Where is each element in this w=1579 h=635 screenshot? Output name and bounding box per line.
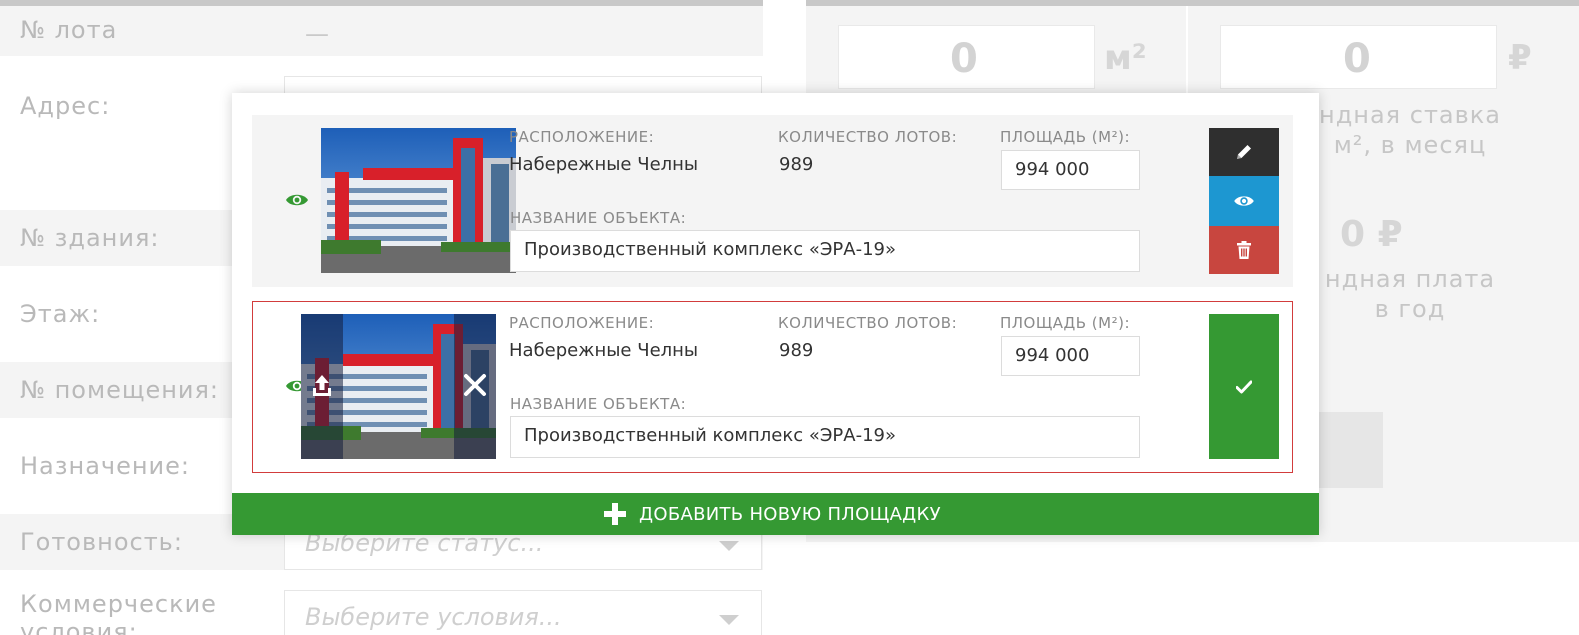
rate-value: 0 — [1343, 36, 1371, 82]
purpose-label: Назначение: — [20, 452, 190, 480]
eye-icon[interactable] — [285, 191, 309, 209]
site-card-editing: Расположение: Набережные Челны Количеств… — [252, 301, 1293, 473]
commercial-select[interactable]: Выберите условия... — [284, 590, 762, 635]
site-photo[interactable] — [301, 314, 496, 459]
yearly-value: 0 ₽ — [1340, 214, 1403, 255]
check-icon — [1236, 380, 1252, 393]
plus-icon — [604, 503, 626, 525]
commercial-label-line2: условия: — [20, 618, 138, 635]
floor-label: Этаж: — [20, 300, 101, 328]
add-site-label: ДОБАВИТЬ НОВУЮ ПЛОЩАДКУ — [639, 504, 941, 525]
area-field[interactable]: 994 000 — [1001, 336, 1140, 376]
room-label: № помещения: — [20, 376, 220, 404]
area-total-value: 0 — [950, 36, 978, 82]
confirm-button[interactable] — [1209, 314, 1279, 459]
close-icon[interactable] — [462, 372, 488, 398]
delete-button[interactable] — [1209, 226, 1279, 274]
rate-caption: ндная ставка м², в месяц — [1300, 100, 1520, 160]
rate-unit: ₽ — [1508, 38, 1532, 78]
area-label: Площадь (м²): — [1000, 314, 1131, 332]
yearly-caption-line1: ндная плата — [1324, 265, 1496, 293]
location-label: Расположение: — [509, 314, 655, 332]
area-unit: м² — [1104, 38, 1147, 78]
readiness-label: Готовность: — [20, 528, 183, 556]
remove-zone[interactable] — [454, 314, 496, 459]
sites-modal: Расположение: Набережные Челны Количеств… — [232, 93, 1319, 535]
photo-edit-overlay — [301, 314, 496, 459]
lot-row: № лота — — [0, 6, 763, 56]
chevron-down-icon — [719, 615, 739, 625]
commercial-label: Коммерческие условия: — [20, 590, 217, 635]
upload-icon[interactable] — [311, 374, 333, 398]
pencil-icon — [1237, 145, 1251, 159]
upload-zone[interactable] — [301, 314, 343, 459]
lots-label: Количество лотов: — [778, 128, 958, 146]
edit-button[interactable] — [1209, 128, 1279, 176]
lot-label: № лота — [20, 16, 118, 44]
yearly-caption: ндная плата в год — [1300, 264, 1520, 324]
location-value: Набережные Челны — [509, 154, 699, 175]
address-label: Адрес: — [20, 92, 111, 120]
building-label: № здания: — [20, 224, 160, 252]
object-name-label: Название объекта: — [510, 395, 687, 413]
rate-caption-line2: м², в месяц — [1333, 131, 1487, 159]
commercial-placeholder: Выберите условия... — [305, 603, 562, 631]
area-label: Площадь (м²): — [1000, 128, 1131, 146]
eye-icon — [1234, 196, 1254, 206]
building-image — [321, 128, 516, 273]
add-site-button[interactable]: ДОБАВИТЬ НОВУЮ ПЛОЩАДКУ — [232, 493, 1319, 535]
lot-value: — — [305, 20, 329, 48]
object-name-field[interactable]: Производственный комплекс «ЭРА-19» — [510, 416, 1140, 458]
preview-button[interactable] — [1209, 176, 1279, 226]
yearly-caption-line2: в год — [1374, 295, 1446, 323]
site-card: Расположение: Набережные Челны Количеств… — [252, 115, 1293, 287]
lots-value: 989 — [779, 154, 814, 175]
rate-caption-line1: ндная ставка — [1319, 101, 1501, 129]
object-name-label: Название объекта: — [510, 209, 687, 227]
location-label: Расположение: — [509, 128, 655, 146]
site-photo[interactable] — [321, 128, 516, 273]
commercial-label-line1: Коммерческие — [20, 590, 217, 618]
trash-icon — [1237, 241, 1251, 259]
chevron-down-icon — [719, 541, 739, 551]
lots-label: Количество лотов: — [778, 314, 958, 332]
lots-value: 989 — [779, 340, 814, 361]
location-value: Набережные Челны — [509, 340, 699, 361]
area-field[interactable]: 994 000 — [1001, 150, 1140, 190]
object-name-field[interactable]: Производственный комплекс «ЭРА-19» — [510, 230, 1140, 272]
